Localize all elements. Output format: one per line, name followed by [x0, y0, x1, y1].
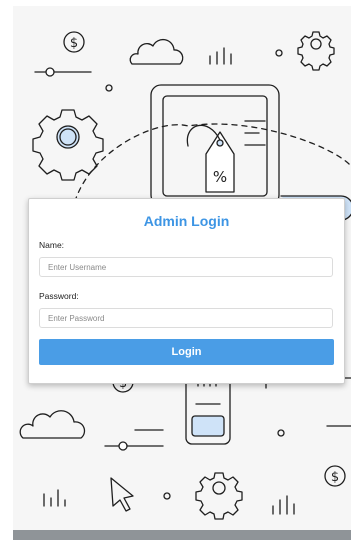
gear-icon: [195, 472, 243, 520]
slider-icon: [34, 67, 92, 77]
monitor-icon: [150, 84, 280, 206]
dot-icon: [163, 492, 171, 500]
login-card: Admin Login Name: Password: Login: [28, 198, 345, 384]
username-input[interactable]: [39, 257, 333, 277]
dot-icon: [275, 49, 283, 57]
dot-icon: [277, 429, 285, 437]
left-border: [0, 0, 13, 540]
gear-icon: [297, 31, 335, 71]
slider-icon: [104, 441, 164, 451]
login-button[interactable]: Login: [39, 339, 334, 365]
password-label: Password:: [39, 291, 79, 301]
gear-icon: [32, 109, 104, 181]
app-window: $ $ $ % Admin Login Name: Password: Logi…: [0, 0, 351, 540]
bar-chart-icon: [43, 489, 66, 507]
dollar-sign: $: [70, 36, 78, 51]
dollar-sign: $: [331, 470, 339, 485]
login-title: Admin Login: [143, 213, 230, 229]
mouse-cursor-icon: [110, 477, 134, 512]
dot-icon: [105, 84, 113, 92]
percent-sign: %: [213, 168, 227, 186]
cloud-icon: [19, 410, 86, 439]
bar-chart-icon: [209, 47, 232, 65]
password-input[interactable]: [39, 308, 333, 328]
bottom-bar: [13, 530, 351, 540]
cloud-icon: [129, 38, 184, 65]
bar-chart-icon: [272, 495, 295, 515]
name-label: Name:: [39, 240, 65, 250]
